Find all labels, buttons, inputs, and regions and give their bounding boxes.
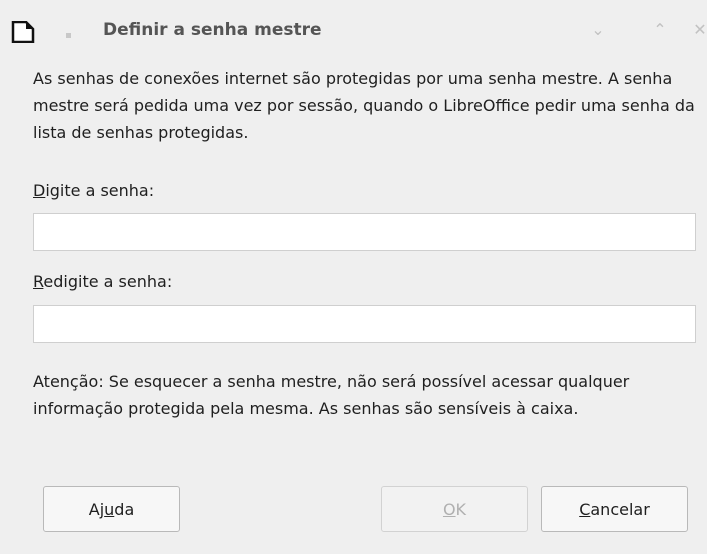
ok-label-mnemonic: O: [442, 500, 456, 519]
cancel-label-after: ancelar: [590, 500, 650, 519]
help-button[interactable]: Ajuda: [43, 486, 180, 532]
confirm-password-input[interactable]: [33, 305, 696, 343]
help-label-mnemonic: u: [104, 500, 115, 519]
window-title: Definir a senha mestre: [103, 20, 322, 40]
password-label-text: igite a senha:: [45, 181, 155, 200]
confirm-label-mnemonic: R: [33, 272, 44, 291]
help-label-after: da: [114, 500, 135, 519]
password-input[interactable]: [33, 213, 696, 251]
password-label-mnemonic: D: [33, 181, 46, 200]
cancel-label-mnemonic: C: [579, 500, 591, 519]
close-icon[interactable]: ✕: [690, 20, 707, 40]
libreoffice-document-icon: [11, 21, 35, 43]
confirm-label-text: edigite a senha:: [43, 272, 173, 291]
maximize-icon[interactable]: ⌃: [650, 20, 670, 40]
help-label-before: Aj: [88, 500, 105, 519]
warning-text: Atenção: Se esquecer a senha mestre, não…: [33, 372, 630, 418]
title-separator: [66, 33, 71, 38]
confirm-password-label: Redigite a senha:: [33, 268, 172, 295]
ok-label-after: K: [455, 500, 467, 519]
minimize-icon[interactable]: ⌄: [588, 20, 608, 40]
ok-button[interactable]: OK: [381, 486, 528, 532]
intro-text: As senhas de conexões internet são prote…: [33, 69, 695, 142]
title-bar: Definir a senha mestre ⌄ ⌃ ✕: [0, 0, 707, 58]
cancel-button[interactable]: Cancelar: [541, 486, 688, 532]
password-label: Digite a senha:: [33, 177, 154, 204]
